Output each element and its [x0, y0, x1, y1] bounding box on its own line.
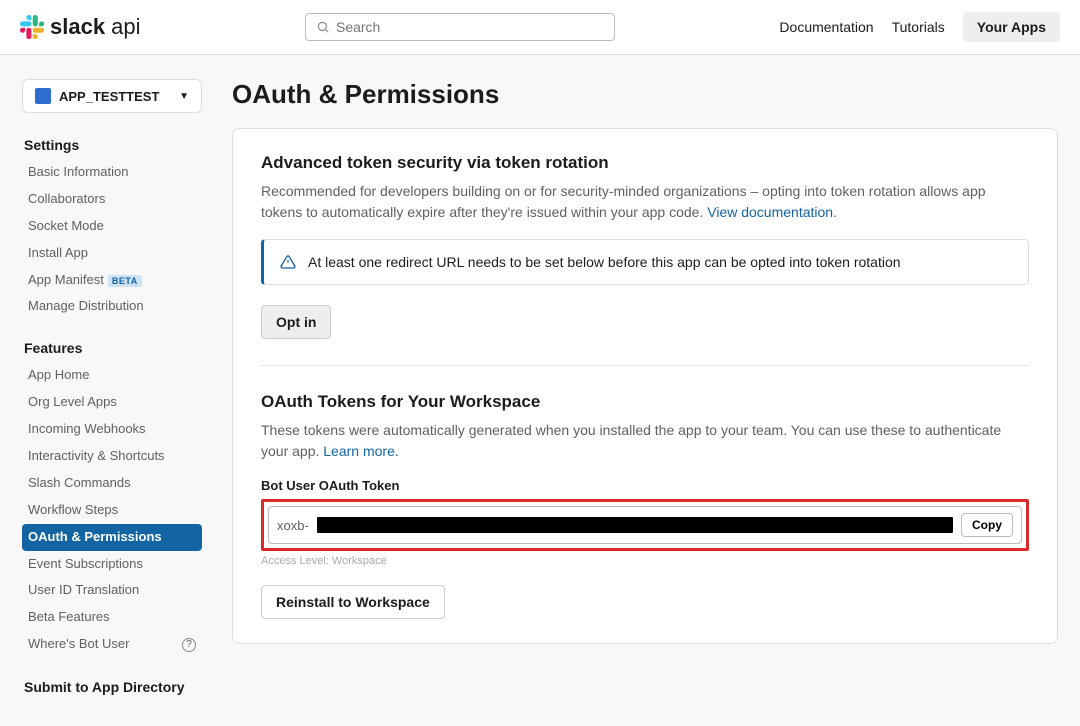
search-input[interactable]	[336, 19, 604, 35]
learn-more-link[interactable]: Learn more.	[323, 443, 398, 459]
logo[interactable]: slack api	[20, 14, 141, 40]
search-icon	[316, 20, 330, 34]
tokens-section-desc: These tokens were automatically generate…	[261, 420, 1029, 462]
advanced-token-section: Advanced token security via token rotati…	[261, 153, 1029, 339]
header-nav: Documentation Tutorials Your Apps	[779, 12, 1060, 42]
alert-text: At least one redirect URL needs to be se…	[308, 252, 901, 272]
sidebar-item-wheres-bot-user[interactable]: Where's Bot User ?	[22, 631, 202, 658]
search-box[interactable]	[305, 13, 615, 41]
sidebar-heading-features: Features	[22, 334, 202, 362]
sidebar-item-basic-information[interactable]: Basic Information	[22, 159, 202, 186]
nav-tutorials[interactable]: Tutorials	[892, 19, 945, 35]
app-selector-name: APP_TESTTEST	[59, 89, 171, 104]
main-content: OAuth & Permissions Advanced token secur…	[232, 79, 1058, 702]
oauth-tokens-section: OAuth Tokens for Your Workspace These to…	[261, 392, 1029, 619]
sidebar-heading-submit[interactable]: Submit to App Directory	[22, 672, 202, 702]
slack-logo-icon	[20, 15, 44, 39]
sidebar-item-slash-commands[interactable]: Slash Commands	[22, 470, 202, 497]
opt-in-button[interactable]: Opt in	[261, 305, 331, 339]
warning-icon	[280, 254, 296, 270]
advanced-section-desc: Recommended for developers building on o…	[261, 181, 1029, 223]
sidebar: APP_TESTTEST ▼ Settings Basic Informatio…	[22, 79, 202, 702]
sidebar-item-install-app[interactable]: Install App	[22, 240, 202, 267]
sidebar-item-app-home[interactable]: App Home	[22, 362, 202, 389]
content-card: Advanced token security via token rotati…	[232, 128, 1058, 644]
nav-documentation[interactable]: Documentation	[779, 19, 873, 35]
chevron-down-icon: ▼	[179, 91, 189, 102]
sidebar-heading-settings: Settings	[22, 131, 202, 159]
nav-your-apps[interactable]: Your Apps	[963, 12, 1060, 42]
bot-token-row: xoxb- Copy	[268, 506, 1022, 544]
app-selector[interactable]: APP_TESTTEST ▼	[22, 79, 202, 113]
beta-badge: BETA	[108, 275, 142, 287]
token-prefix: xoxb-	[277, 518, 309, 533]
app-icon	[35, 88, 51, 104]
sidebar-item-socket-mode[interactable]: Socket Mode	[22, 213, 202, 240]
bot-token-label: Bot User OAuth Token	[261, 478, 1029, 493]
access-level-text: Access Level: Workspace	[261, 555, 1029, 567]
section-divider	[261, 365, 1029, 366]
token-redacted	[317, 517, 953, 533]
view-documentation-link[interactable]: View documentation.	[707, 204, 837, 220]
logo-text: slack api	[50, 14, 141, 40]
sidebar-item-app-manifest[interactable]: App ManifestBETA	[22, 267, 202, 294]
redirect-url-alert: At least one redirect URL needs to be se…	[261, 239, 1029, 285]
sidebar-item-interactivity-shortcuts[interactable]: Interactivity & Shortcuts	[22, 443, 202, 470]
sidebar-item-oauth-permissions[interactable]: OAuth & Permissions	[22, 524, 202, 551]
sidebar-item-incoming-webhooks[interactable]: Incoming Webhooks	[22, 416, 202, 443]
sidebar-item-manage-distribution[interactable]: Manage Distribution	[22, 293, 202, 320]
help-icon[interactable]: ?	[182, 638, 196, 652]
advanced-section-title: Advanced token security via token rotati…	[261, 153, 1029, 173]
sidebar-item-beta-features[interactable]: Beta Features	[22, 604, 202, 631]
sidebar-item-user-id-translation[interactable]: User ID Translation	[22, 577, 202, 604]
tokens-section-title: OAuth Tokens for Your Workspace	[261, 392, 1029, 412]
token-highlight-box: xoxb- Copy	[261, 499, 1029, 551]
reinstall-button[interactable]: Reinstall to Workspace	[261, 585, 445, 619]
sidebar-item-org-level-apps[interactable]: Org Level Apps	[22, 389, 202, 416]
sidebar-item-collaborators[interactable]: Collaborators	[22, 186, 202, 213]
page-title: OAuth & Permissions	[232, 79, 1058, 110]
top-header: slack api Documentation Tutorials Your A…	[0, 0, 1080, 55]
sidebar-item-workflow-steps[interactable]: Workflow Steps	[22, 497, 202, 524]
sidebar-item-event-subscriptions[interactable]: Event Subscriptions	[22, 551, 202, 578]
copy-token-button[interactable]: Copy	[961, 513, 1013, 537]
